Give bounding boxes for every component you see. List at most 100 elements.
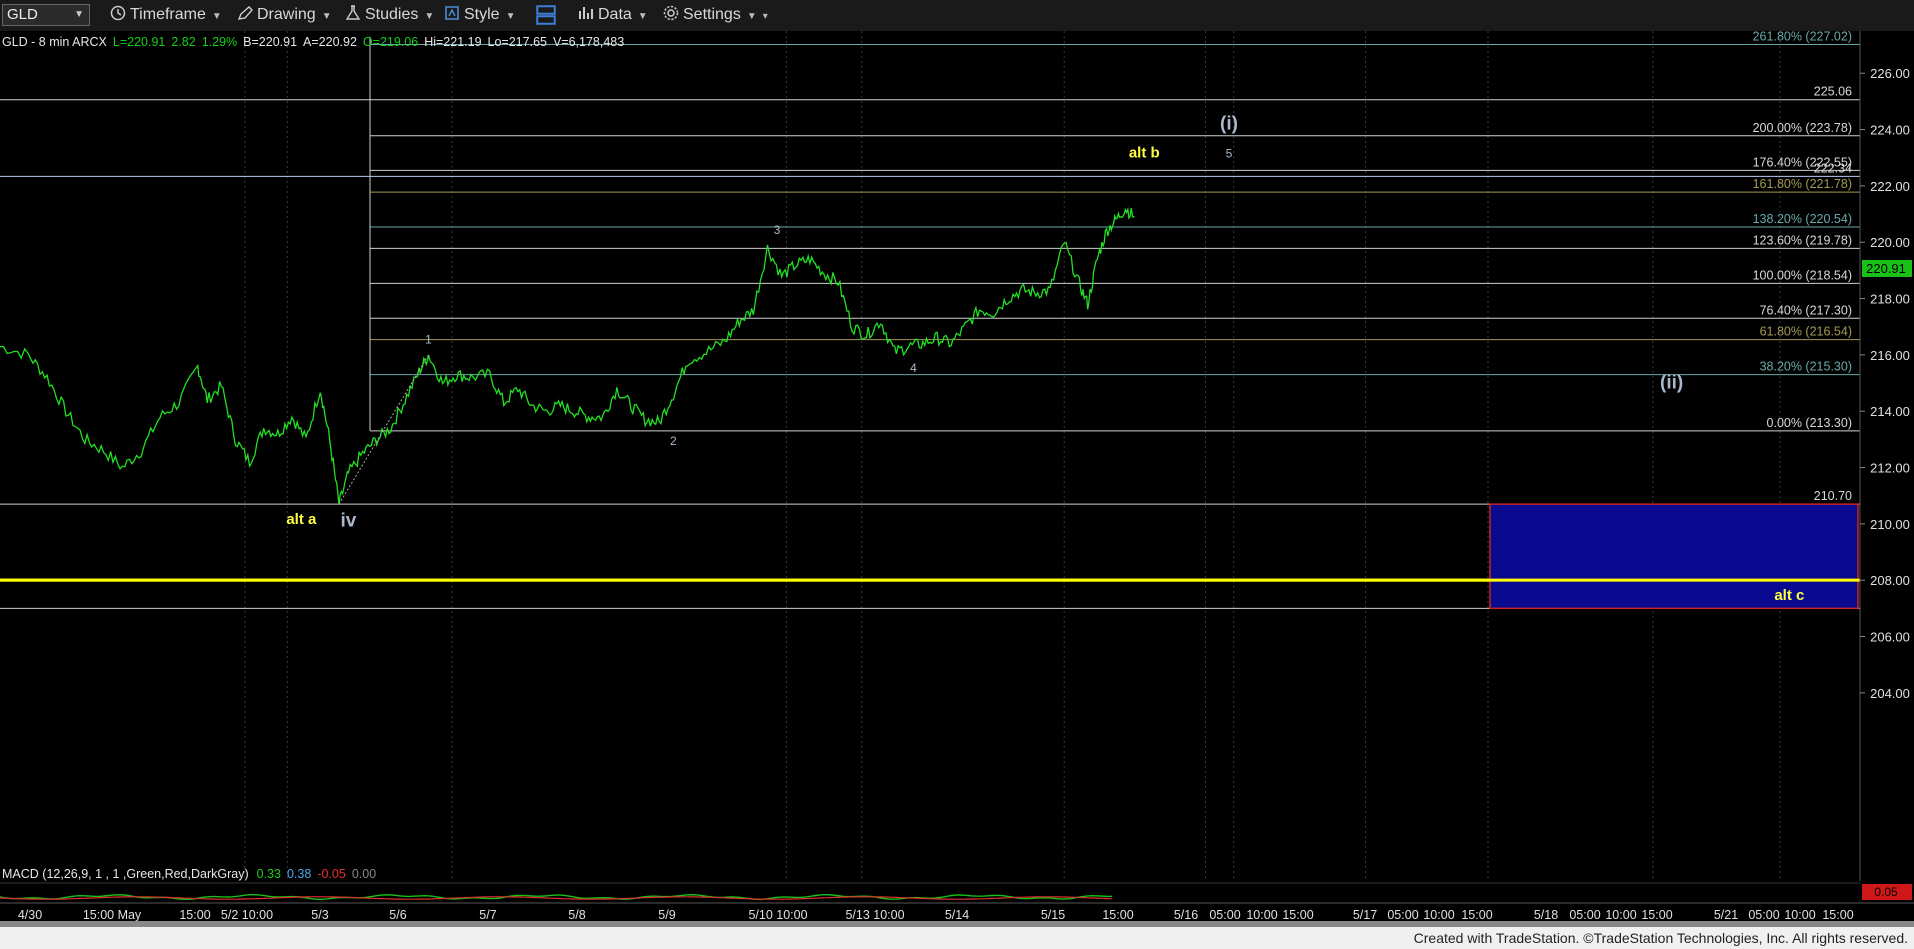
x-tick-label: 5/17 — [1353, 908, 1377, 922]
style-icon — [445, 6, 459, 20]
studies-label: Studies — [365, 6, 419, 23]
x-tick-label: 5/3 — [311, 908, 328, 922]
x-tick-label: 15:00 — [1822, 908, 1853, 922]
volume-value: V=6,178,483 — [553, 35, 624, 49]
fib-label: 261.80% (227.02) — [1753, 31, 1852, 44]
footer-credit: Created with TradeStation. ©TradeStation… — [1413, 930, 1908, 946]
symbol-label: GLD — [7, 6, 38, 23]
quote-header: GLD - 8 min ARCX L=220.91 2.82 1.29% B=220.9… — [2, 35, 624, 49]
chevron-down-icon: ▼ — [424, 11, 435, 22]
wave-label: (ii) — [1660, 373, 1683, 394]
toolbar: GLD ▼ Timeframe ▼ Drawing ▼ Studies ▼ Style… — [0, 0, 1914, 32]
fib-label: 76.40% (217.30) — [1760, 303, 1852, 317]
x-tick-label: 10:00 — [1246, 908, 1277, 922]
gear-icon — [663, 5, 679, 21]
dropdown-arrow-icon: ▼ — [74, 9, 84, 20]
macd-axis-value: 0.05 — [1874, 885, 1898, 899]
x-tick-label: 5/7 — [479, 908, 496, 922]
drawing-label: Drawing — [257, 6, 316, 23]
wave-label: iv — [341, 511, 357, 532]
clock-icon — [110, 5, 126, 21]
x-tick-label: 10:00 — [1605, 908, 1636, 922]
fib-label: 0.00% (213.30) — [1767, 416, 1852, 430]
x-tick-label: 15:00 — [1641, 908, 1672, 922]
drawing-button[interactable]: Drawing ▼ — [237, 5, 332, 25]
open-value: O=219.06 — [363, 35, 418, 49]
pct-value: 1.29% — [202, 35, 237, 49]
timeframe-button[interactable]: Timeframe ▼ — [110, 5, 222, 25]
x-tick-label: 5/6 — [389, 908, 406, 922]
symbol-selector[interactable]: GLD ▼ — [2, 4, 90, 26]
fib-label: 161.80% (221.78) — [1753, 177, 1852, 191]
wave-label: alt c — [1774, 587, 1804, 604]
svg-text:GLD - 8 min ARCXL=220.912.821: GLD - 8 min ARCX L=220.91 2.82 1.29% B=220.9… — [2, 35, 624, 49]
wave-label: 2 — [670, 434, 677, 448]
fib-label: 138.20% (220.54) — [1753, 212, 1852, 226]
y-tick-label: 208.00 — [1870, 573, 1910, 588]
change-value: 2.82 — [171, 35, 195, 49]
x-tick-label: 15:00 — [1282, 908, 1313, 922]
data-label: Data — [598, 6, 632, 23]
y-tick-label: 224.00 — [1870, 123, 1910, 138]
x-tick-label: 10:00 — [1423, 908, 1454, 922]
x-tick-label: 15:00 May — [83, 908, 142, 922]
style-label: Style — [464, 6, 500, 23]
chevron-down-icon: ▼ — [321, 11, 332, 22]
y-tick-label: 206.00 — [1870, 630, 1910, 645]
bar-chart-icon — [579, 7, 593, 19]
wave-label: alt b — [1129, 145, 1160, 162]
y-tick-label: 204.00 — [1870, 686, 1910, 701]
fib-label: 100.00% (218.54) — [1753, 268, 1852, 282]
fib-label: 222.34 — [1814, 161, 1852, 175]
y-tick-label: 218.00 — [1870, 292, 1910, 307]
layout-button[interactable] — [535, 5, 561, 25]
chevron-down-icon: ▼ — [505, 11, 516, 22]
x-tick-label: 5/21 — [1714, 908, 1738, 922]
x-tick-label: 5/13 10:00 — [845, 908, 904, 922]
x-tick-label: 15:00 — [179, 908, 210, 922]
flask-icon — [345, 5, 361, 20]
wave-label: 5 — [1226, 147, 1233, 161]
wave-label: alt a — [286, 511, 317, 528]
wave-label: (i) — [1220, 114, 1238, 135]
y-tick-label: 216.00 — [1870, 348, 1910, 363]
x-tick-label: 5/15 — [1041, 908, 1065, 922]
x-tick-label: 5/8 — [568, 908, 585, 922]
timeframe-label: Timeframe — [130, 6, 206, 23]
settings-button[interactable]: Settings ▼ ▾ — [663, 5, 768, 25]
studies-button[interactable]: Studies ▼ — [345, 5, 434, 25]
fib-label: 210.70 — [1814, 489, 1852, 503]
fib-label: 38.20% (215.30) — [1760, 360, 1852, 374]
high-value: Hi=221.19 — [424, 35, 481, 49]
chevron-down-icon: ▼ — [746, 11, 757, 22]
fib-label: 61.80% (216.54) — [1760, 325, 1852, 339]
x-tick-label: 05:00 — [1569, 908, 1600, 922]
y-tick-label: 210.00 — [1870, 517, 1910, 532]
symbol-info: GLD - 8 min ARCX — [2, 35, 108, 49]
x-tick-label: 5/16 — [1174, 908, 1198, 922]
fib-label: 123.60% (219.78) — [1753, 233, 1852, 247]
y-tick-label: 226.00 — [1870, 66, 1910, 81]
wave-label: 3 — [774, 223, 781, 237]
chevron-down-icon: ▼ — [637, 11, 648, 22]
x-tick-label: 15:00 — [1461, 908, 1492, 922]
price-axis[interactable]: 226.00 224.00 222.00 220.00 218.00 216.00 214.… — [1859, 31, 1914, 881]
last-value: L=220.91 — [113, 35, 166, 49]
x-tick-label: 05:00 — [1209, 908, 1240, 922]
fib-label: 225.06 — [1814, 85, 1852, 99]
last-price-value: 220.91 — [1866, 261, 1906, 276]
x-tick-label: 05:00 — [1748, 908, 1779, 922]
macd-label: MACD (12,26,9, 1 , 1 ,Green,Red,DarkGray… — [2, 867, 376, 881]
settings-label: Settings — [683, 6, 741, 23]
style-button[interactable]: Style ▼ — [444, 5, 515, 25]
pencil-icon — [237, 6, 253, 20]
price-chart[interactable]: 261.80% (227.02) 225.06 200.00% (223.78) 1 7… — [0, 31, 1914, 927]
x-tick-label: 5/18 — [1534, 908, 1558, 922]
x-tick-label: 4/30 — [18, 908, 42, 922]
x-tick-label: 10:00 — [1784, 908, 1815, 922]
data-button[interactable]: Data ▼ — [578, 5, 648, 25]
y-tick-label: 220.00 — [1870, 235, 1910, 250]
y-tick-label: 222.00 — [1870, 179, 1910, 194]
fib-label: 200.00% (223.78) — [1753, 121, 1852, 135]
ask-value: A=220.92 — [303, 35, 357, 49]
